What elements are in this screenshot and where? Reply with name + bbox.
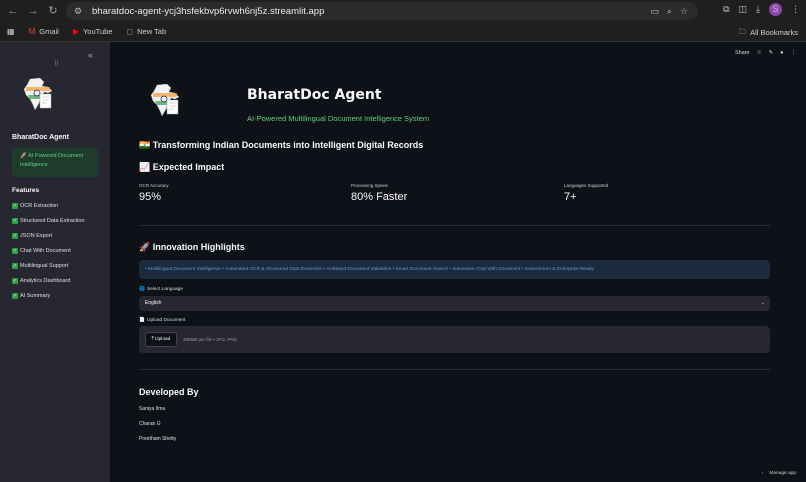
sidebar-title: BharatDoc Agent: [12, 134, 69, 141]
avatar[interactable]: S: [769, 3, 782, 16]
app-toolbar: Share ☆ ✎ ● ⋮: [735, 50, 796, 56]
innovation-heading: 🚀 Innovation Highlights: [139, 242, 245, 252]
divider: [139, 225, 770, 226]
bookmark-star-icon[interactable]: ☆: [680, 6, 688, 17]
feature-item: ✓ OCR Extraction: [12, 203, 59, 209]
forward-icon[interactable]: →: [26, 4, 40, 18]
feature-item: ✓ Multilingual Support: [12, 263, 69, 269]
metric-label-languages: Languages Supported: [564, 183, 609, 188]
divider: [139, 369, 770, 370]
reload-icon[interactable]: ↻: [46, 4, 60, 18]
url-text[interactable]: bharatdoc-agent-ycj3hsfekbvp6rvwh6nj5z.s…: [92, 6, 324, 17]
sidepanel-icon[interactable]: ◫: [739, 4, 748, 15]
cast-icon[interactable]: ▭: [650, 6, 659, 17]
bookmark-newtab[interactable]: ◻ New Tab: [126, 27, 166, 36]
metric-value-ocr: 95%: [139, 191, 162, 203]
upload-icon: ⤒: [151, 337, 154, 342]
transform-heading: 🇮🇳 Transforming Indian Documents into In…: [139, 140, 424, 150]
more-options-icon[interactable]: ⋮: [791, 50, 797, 56]
apps-grid-icon[interactable]: ▦: [7, 27, 15, 36]
bookmark-gmail[interactable]: M Gmail: [29, 27, 59, 36]
developer-name: Saniya Ilma: [139, 406, 166, 412]
page-title: BharatDoc Agent: [247, 87, 382, 103]
youtube-icon: ▶: [72, 27, 79, 36]
gmail-icon: M: [28, 27, 36, 36]
language-label: 🌐 Select Language: [139, 287, 183, 292]
feature-item: ✓ Chat With Document: [12, 248, 71, 254]
feature-item: ✓ AI Summary: [12, 293, 51, 299]
check-icon: ✓: [12, 248, 18, 254]
check-icon: ✓: [12, 203, 18, 209]
check-icon: ✓: [12, 218, 18, 224]
globe-icon: 🌐: [139, 287, 145, 292]
upload-label: 📄 Upload Document: [139, 318, 186, 323]
developer-name: Charan G: [139, 421, 161, 427]
feature-item: ✓ Structured Data Extraction: [12, 218, 85, 224]
extension-icon[interactable]: ⧉: [723, 4, 729, 15]
site-info-icon[interactable]: ⚙: [72, 5, 84, 17]
metric-label-ocr: OCR Accuracy: [139, 183, 169, 188]
metric-value-languages: 7+: [564, 191, 577, 203]
feature-item: ✓ JSON Export: [12, 233, 53, 239]
metric-label-speed: Processing Speed: [351, 183, 388, 188]
edit-icon[interactable]: ✎: [769, 50, 774, 56]
india-map-logo-icon: [150, 83, 180, 117]
sidebar-badge: 🚀 AI Powered Document Intelligence: [12, 148, 98, 177]
page-subtitle: AI-Powered Multilingual Document Intelli…: [247, 114, 430, 123]
metric-value-speed: 80% Faster: [351, 191, 408, 203]
bookmarks-bar: ▦ M Gmail ▶ YouTube ◻ New Tab 🗀 All Bookmark…: [0, 22, 806, 42]
folder-icon: 🗀: [738, 27, 747, 36]
all-bookmarks[interactable]: 🗀 All Bookmarks: [739, 26, 798, 39]
zoom-icon[interactable]: ⌕: [667, 6, 672, 17]
feature-item: ✓ Analytics Dashboard: [12, 278, 71, 284]
chevron-down-icon: ⌄: [760, 300, 765, 306]
india-map-logo-icon: [23, 77, 53, 111]
download-icon[interactable]: ⤓: [756, 4, 760, 15]
check-icon: ✓: [12, 278, 18, 284]
check-icon: ✓: [12, 233, 18, 239]
github-icon[interactable]: ●: [780, 50, 783, 56]
check-icon: ✓: [12, 263, 18, 269]
features-heading: Features: [12, 187, 40, 194]
manage-app-button[interactable]: ‹ Manage app: [762, 471, 796, 476]
star-icon[interactable]: ☆: [757, 50, 762, 56]
chevron-left-icon: ‹: [761, 471, 764, 476]
share-button[interactable]: Share: [735, 50, 750, 56]
developer-name: Preetham Shetty: [139, 436, 177, 442]
impact-heading: 📈 Expected Impact: [139, 162, 225, 172]
bookmark-youtube[interactable]: ▶ YouTube: [73, 27, 113, 36]
upload-button[interactable]: ⤒ Upload: [145, 332, 177, 347]
address-bar[interactable]: ⚙ bharatdoc-agent-ycj3hsfekbvp6rvwh6nj5z…: [66, 2, 698, 20]
menu-icon[interactable]: ⋮: [791, 4, 800, 15]
highlights-banner: • Multilingual Document Intelligence • A…: [139, 260, 770, 279]
file-uploader[interactable]: ⤒ Upload 200MB per file • JPG, PNG: [139, 326, 770, 353]
sidebar: « ⠿ BharatDoc Agent 🚀 AI Powered Documen…: [0, 42, 110, 482]
language-select[interactable]: English ⌄: [139, 296, 770, 311]
developed-heading: Developed By: [139, 387, 199, 397]
main-content: Share ☆ ✎ ● ⋮ BharatDoc Agent AI-Powered…: [110, 42, 806, 482]
browser-toolbar: ← → ↻ ⚙ bharatdoc-agent-ycj3hsfekbvp6rvw…: [0, 0, 806, 22]
back-icon[interactable]: ←: [6, 4, 20, 18]
upload-hint: 200MB per file • JPG, PNG: [183, 337, 238, 342]
document-icon: 📄: [139, 318, 145, 323]
drag-handle-icon: ⠿: [54, 61, 60, 68]
check-icon: ✓: [12, 293, 18, 299]
newtab-icon: ◻: [126, 27, 134, 36]
collapse-sidebar-icon[interactable]: «: [88, 50, 93, 60]
